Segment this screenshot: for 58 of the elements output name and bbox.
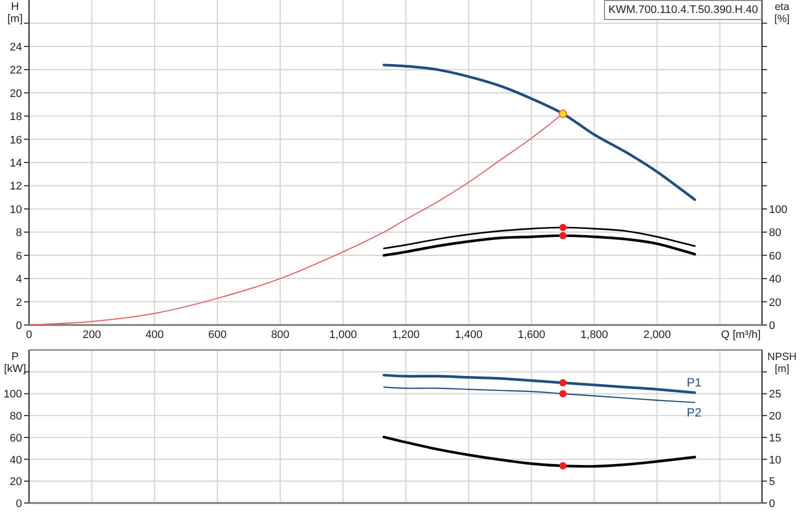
axis-tick-label: 40	[769, 274, 782, 286]
axis-tick-label: 15	[769, 432, 782, 444]
axis-tick-label: 14	[10, 158, 22, 170]
axis-tick-label: 0	[26, 329, 32, 341]
axis-tick-label: 22	[10, 64, 22, 77]
axis-tick-label: 2,000	[643, 329, 671, 341]
model-legend: KWM.700.110.4.T.50.390.H.40	[604, 0, 762, 20]
axis-tick-label: 24	[10, 41, 22, 54]
axis-tick-label: 600	[208, 329, 227, 341]
axis-tick-label: 8	[16, 227, 22, 240]
axis-tick-label: 1,200	[392, 329, 420, 341]
axis-tick-label: 0	[16, 320, 22, 332]
axis-tick-label: 100	[4, 388, 22, 401]
series-label: P1	[686, 376, 702, 390]
axis-label: H	[11, 1, 19, 13]
point-marker	[559, 390, 566, 398]
axis-tick-label: 5	[769, 476, 776, 488]
axis-label: [%]	[774, 13, 790, 25]
point-marker	[559, 462, 566, 470]
axis-tick-label: 10	[769, 454, 782, 466]
axis-label: [m]	[774, 363, 790, 375]
axis-tick-label: 400	[145, 329, 164, 341]
axis-tick-label: 80	[769, 227, 782, 240]
axis-tick-label: 16	[10, 134, 22, 146]
axis-tick-label: 20	[10, 476, 22, 488]
axis-tick-label: 0	[769, 320, 776, 332]
series-label: P2	[686, 405, 702, 420]
axis-tick-label: 2	[16, 296, 22, 309]
axis-tick-label: 20	[769, 410, 782, 423]
axis-tick-label: 0	[769, 498, 776, 510]
axis-tick-label: 1,600	[518, 329, 546, 341]
axis-label: [kW]	[4, 363, 26, 375]
axis-tick-label: 1,000	[329, 329, 357, 341]
axis-tick-label: 10	[10, 204, 22, 216]
axis-label: NPSH	[767, 351, 797, 363]
axis-tick-label: 4	[16, 274, 22, 286]
axis-label: P	[11, 351, 19, 363]
axis-tick-label: 6	[16, 250, 22, 262]
axis-label: Q [m³/h]	[721, 329, 761, 341]
axis-tick-label: 200	[82, 329, 101, 341]
axis-tick-label: 20	[769, 296, 782, 309]
axis-tick-label: 20	[10, 88, 22, 100]
axis-tick-label: 40	[10, 454, 22, 466]
axis-tick-label: 1,400	[454, 329, 482, 341]
axis-tick-label: 25	[769, 388, 782, 401]
axis-label: eta	[774, 1, 790, 13]
axis-tick-label: 0	[16, 498, 22, 510]
point-marker	[559, 379, 566, 386]
axis-tick-label: 1,800	[580, 329, 608, 341]
axis-tick-label: 60	[769, 250, 782, 262]
axis-tick-label: 60	[10, 432, 22, 444]
axis-tick-label: 12	[10, 180, 22, 193]
axis-tick-label: 100	[769, 204, 788, 216]
axis-tick-label: 18	[10, 111, 22, 124]
point-marker	[558, 110, 568, 118]
axis-tick-label: 80	[10, 410, 22, 423]
axis-tick-label: 800	[271, 329, 290, 341]
axis-label: [m]	[7, 13, 23, 25]
